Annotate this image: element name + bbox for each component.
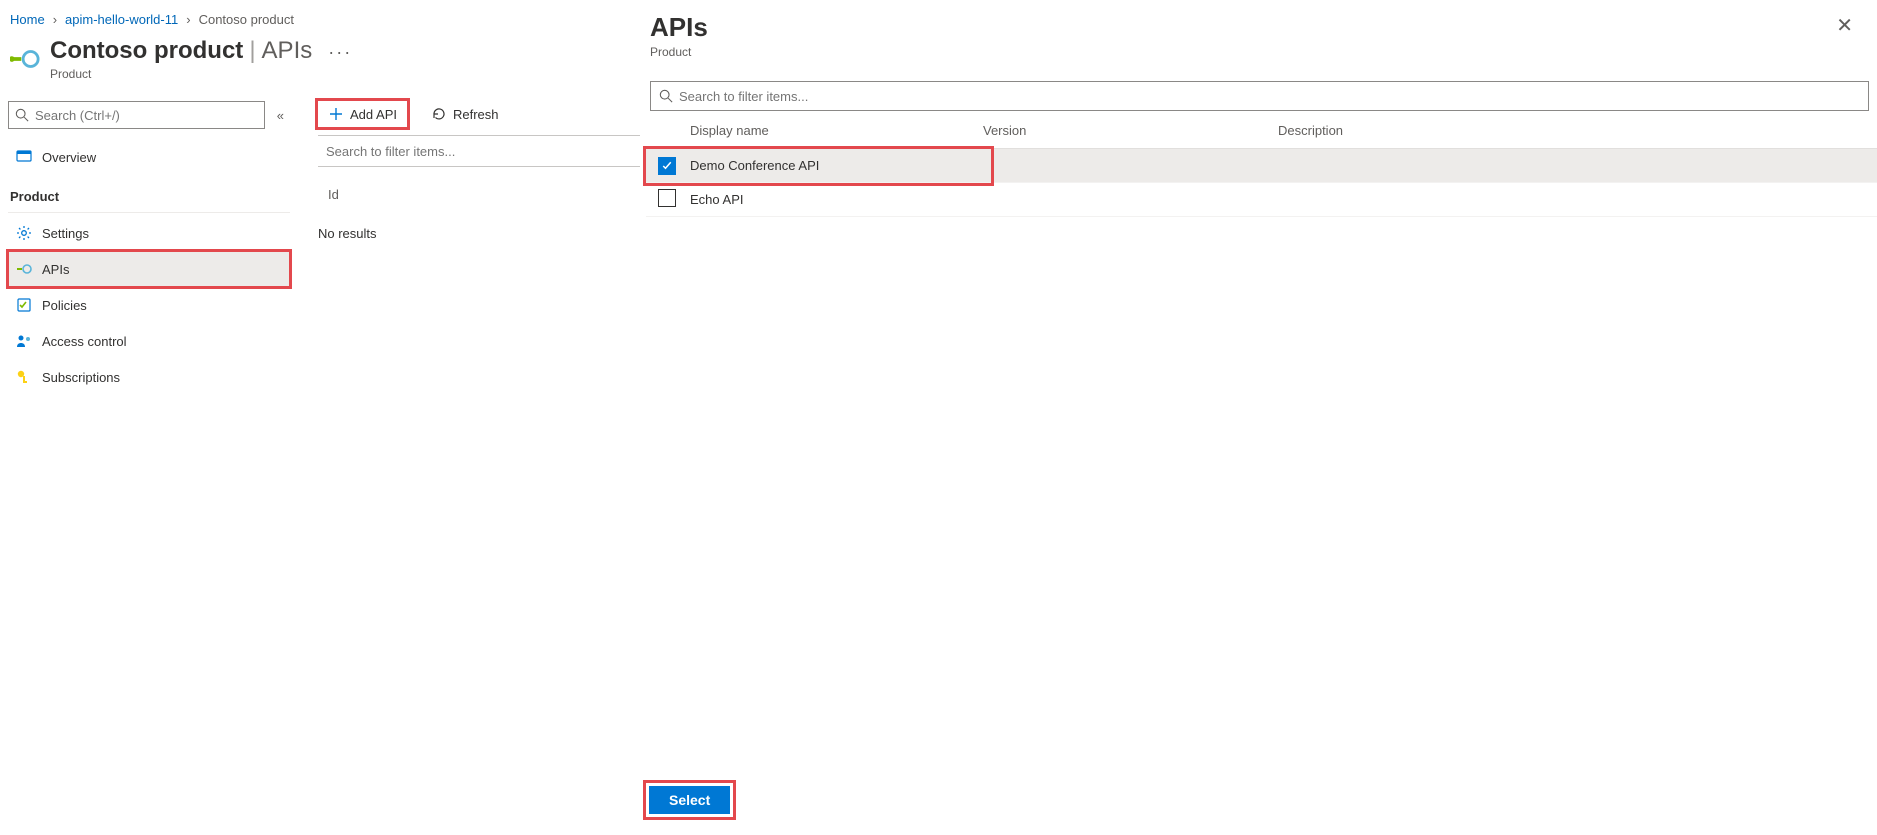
sidebar-item-settings[interactable]: Settings [8, 215, 290, 251]
title-divider: | [249, 37, 255, 65]
close-panel-button[interactable]: ✕ [1832, 12, 1857, 40]
panel-table: Display name Version Description Demo Co… [646, 113, 1877, 217]
checkbox-echo[interactable] [658, 189, 676, 207]
api-row-name: Demo Conference API [688, 158, 983, 173]
body-row: « Overview Product Settings AP [8, 101, 640, 395]
sidebar-item-label: APIs [42, 262, 69, 277]
checkmark-icon [661, 160, 673, 172]
sidebar-item-overview[interactable]: Overview [8, 139, 290, 175]
sidebar-item-access-control[interactable]: Access control [8, 323, 290, 359]
breadcrumb-home[interactable]: Home [10, 12, 45, 27]
select-button[interactable]: Select [649, 786, 730, 814]
panel-search-input[interactable] [673, 89, 1860, 104]
apim-logo-icon [10, 44, 40, 74]
panel-footer: Select [646, 783, 733, 817]
more-actions-button[interactable]: ··· [328, 42, 352, 63]
content-filter-input[interactable] [326, 144, 632, 159]
content-toolbar: Add API Refresh [318, 101, 640, 135]
sidebar-item-apis[interactable]: APIs [8, 251, 290, 287]
panel-search[interactable] [650, 81, 1869, 111]
checkbox-demo-conference[interactable] [658, 157, 676, 175]
refresh-button[interactable]: Refresh [421, 101, 509, 127]
sidebar: « Overview Product Settings AP [8, 101, 290, 395]
content-column-id: Id [318, 167, 640, 212]
access-control-icon [16, 333, 32, 349]
breadcrumb: Home › apim-hello-world-11 › Contoso pro… [8, 8, 640, 37]
main-area: Home › apim-hello-world-11 › Contoso pro… [0, 0, 640, 835]
api-row-name: Echo API [688, 192, 983, 207]
content-empty-text: No results [318, 212, 640, 255]
sidebar-group-product: Product [8, 175, 290, 213]
column-display-name[interactable]: Display name [688, 123, 983, 138]
refresh-icon [431, 106, 447, 122]
api-row-demo-conference[interactable]: Demo Conference API [646, 149, 1877, 183]
chevron-right-icon: › [53, 12, 57, 27]
page-title: Contoso product [50, 37, 243, 65]
column-description[interactable]: Description [1278, 123, 1877, 138]
sidebar-search[interactable] [8, 101, 265, 129]
column-version[interactable]: Version [983, 123, 1278, 138]
plus-icon [328, 106, 344, 122]
close-icon: ✕ [1836, 15, 1853, 37]
gear-icon [16, 225, 32, 241]
overview-icon [16, 149, 32, 165]
sidebar-item-label: Policies [42, 298, 87, 313]
sidebar-item-subscriptions[interactable]: Subscriptions [8, 359, 290, 395]
sidebar-item-label: Access control [42, 334, 127, 349]
policy-icon [16, 297, 32, 313]
search-icon [659, 89, 673, 103]
page-title-section: APIs [262, 37, 313, 65]
apis-panel: APIs Product ✕ Display name Version Desc… [640, 0, 1877, 835]
content-filter[interactable] [318, 135, 640, 167]
sidebar-item-policies[interactable]: Policies [8, 287, 290, 323]
api-row-echo[interactable]: Echo API [646, 183, 1877, 217]
panel-title: APIs [650, 12, 708, 43]
sidebar-item-label: Subscriptions [42, 370, 120, 385]
refresh-label: Refresh [453, 107, 499, 122]
breadcrumb-service[interactable]: apim-hello-world-11 [65, 12, 178, 27]
search-icon [15, 108, 29, 122]
panel-subtitle: Product [650, 45, 708, 59]
breadcrumb-current: Contoso product [199, 12, 294, 27]
key-icon [16, 369, 32, 385]
add-api-label: Add API [350, 107, 397, 122]
add-api-button[interactable]: Add API [318, 101, 407, 127]
panel-table-head: Display name Version Description [646, 113, 1877, 149]
chevron-right-icon: › [186, 12, 190, 27]
api-icon [16, 261, 32, 277]
collapse-sidebar-button[interactable]: « [273, 104, 288, 127]
sidebar-search-input[interactable] [29, 108, 258, 123]
page-subtitle: Product [50, 67, 352, 81]
sidebar-item-label: Overview [42, 150, 96, 165]
page-header: Contoso product | APIs ··· Product [8, 37, 640, 81]
sidebar-item-label: Settings [42, 226, 89, 241]
content-area: Add API Refresh Id No results [290, 101, 640, 395]
